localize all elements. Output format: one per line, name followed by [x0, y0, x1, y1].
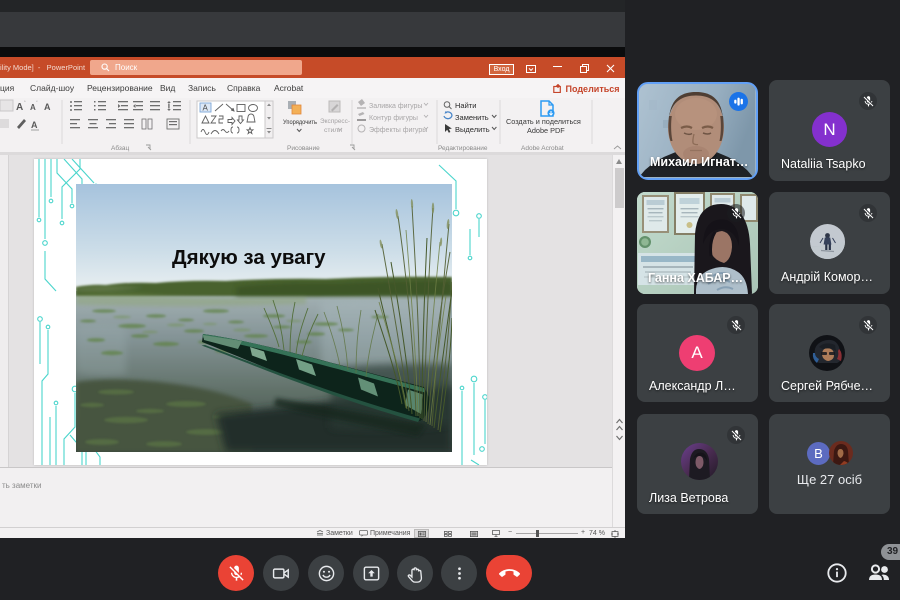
svg-text:Adobe PDF: Adobe PDF	[527, 126, 565, 135]
svg-text:Найти: Найти	[455, 101, 476, 110]
svg-text:Экспресс-: Экспресс-	[320, 118, 350, 125]
svg-text:Контур фигуры: Контур фигуры	[369, 115, 418, 122]
svg-text:Абзац: Абзац	[111, 144, 130, 152]
svg-text:A: A	[203, 104, 209, 113]
svg-text:Заменить: Заменить	[455, 113, 489, 122]
svg-text:Упорядочить: Упорядочить	[283, 119, 317, 126]
svg-text:Adobe Acrobat: Adobe Acrobat	[521, 145, 564, 152]
svg-text:Рисование: Рисование	[287, 145, 320, 152]
svg-text:ˆ: ˆ	[24, 101, 26, 107]
svg-text:Редактирование: Редактирование	[438, 145, 488, 152]
svg-text:A: A	[31, 120, 38, 130]
svg-text:Создать и поделиться: Создать и поделиться	[506, 117, 581, 126]
svg-text:Эффекты фигуры: Эффекты фигуры	[369, 127, 427, 134]
svg-text:A: A	[16, 102, 23, 113]
svg-text:Заливка фигуры: Заливка фигуры	[369, 103, 422, 110]
svg-text:ˇ: ˇ	[36, 101, 38, 107]
svg-text:A: A	[44, 102, 51, 112]
svg-text:Выделить: Выделить	[455, 125, 490, 134]
